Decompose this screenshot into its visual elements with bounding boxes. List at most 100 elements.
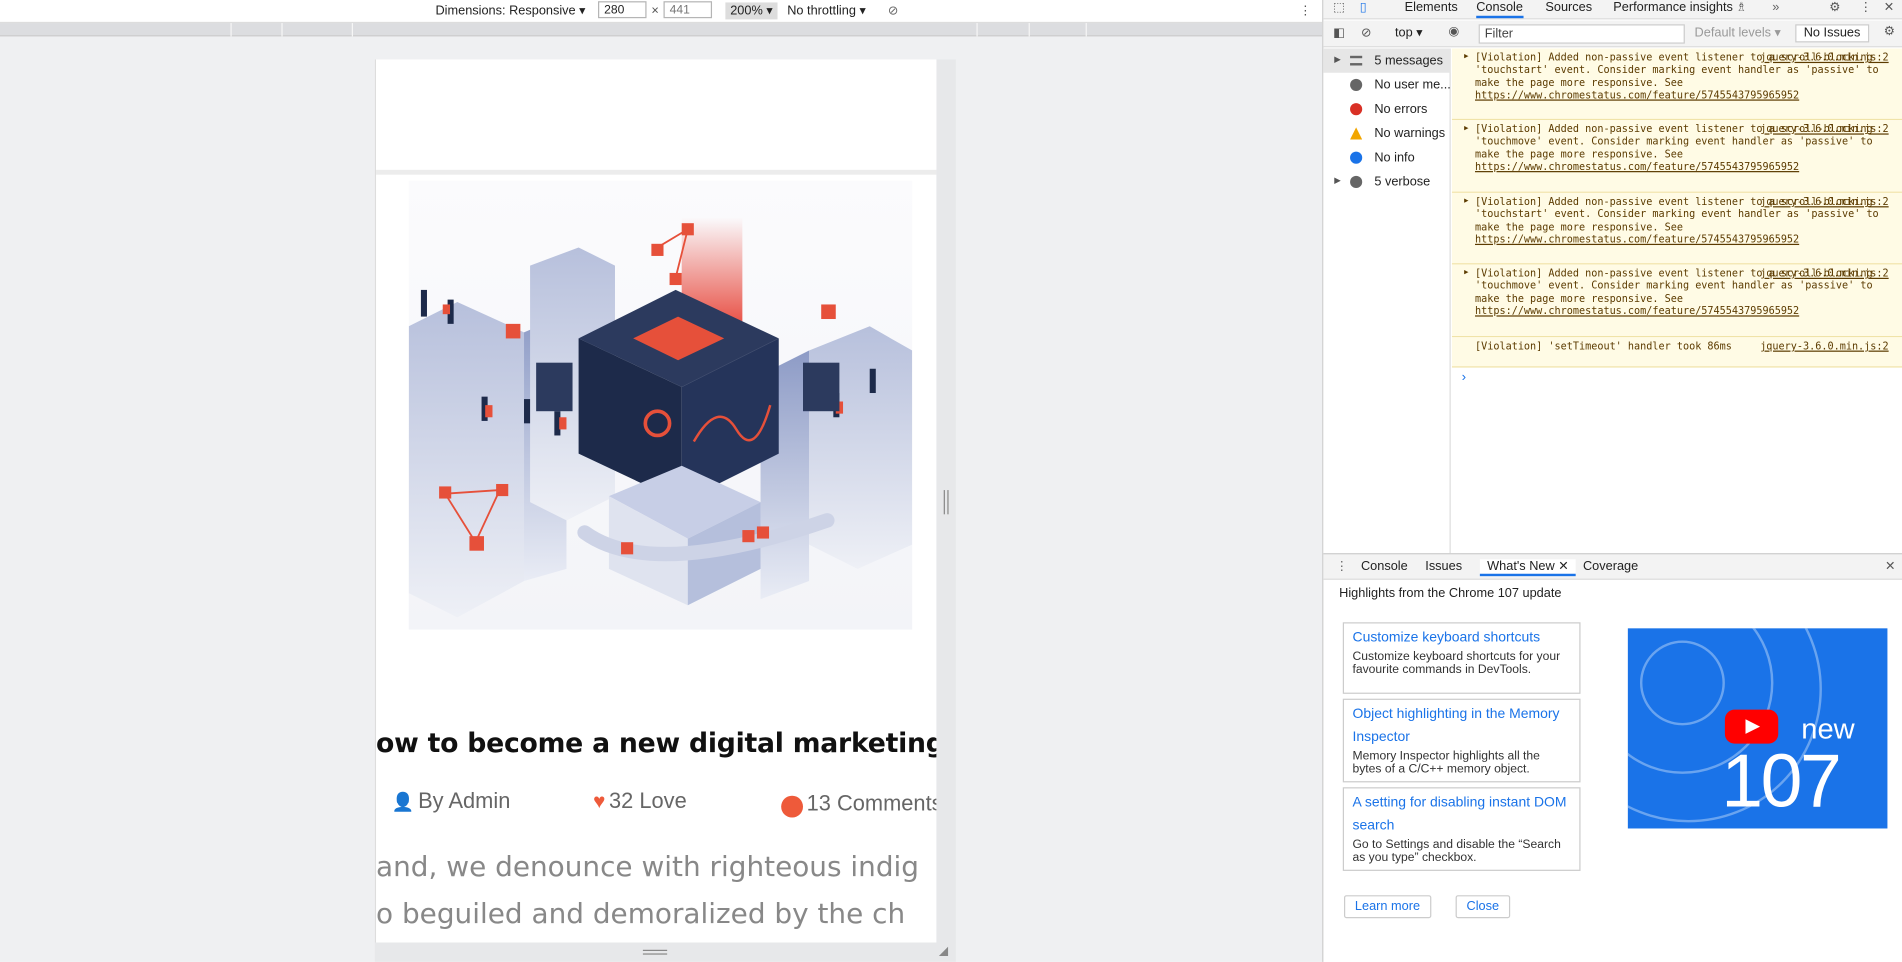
message-link[interactable]: https://www.chromestatus.com/feature/574… [1475,89,1799,101]
learn-more-button[interactable]: Learn more [1344,895,1431,919]
console-sidebar: ▶ 5 messages No user me... No errors No w… [1323,48,1451,554]
message-link[interactable]: https://www.chromestatus.com/feature/574… [1475,305,1799,317]
message-text: [Violation] 'setTimeout' handler took 86… [1475,339,1732,352]
message-source-link[interactable]: jquery-3.6.0.min.js:2 [1760,340,1888,353]
height-input[interactable] [663,1,713,19]
tab-performance-insights[interactable]: Performance insights [1613,0,1733,16]
devtools-panel: ⬚ ▯ Elements Console Sources Performance… [1322,0,1902,962]
feature-card-title[interactable]: Object highlighting in the Memory Inspec… [1352,704,1570,750]
play-icon[interactable] [1724,709,1779,744]
tab-console[interactable]: Console [1476,0,1523,19]
tab-sources[interactable]: Sources [1545,0,1592,16]
log-levels-dropdown[interactable]: Default levels ▾ [1695,25,1781,40]
inspect-element-icon[interactable]: ⬚ [1333,0,1345,16]
message-source-link[interactable]: jquery-3.6.0.min.js:2 [1760,267,1888,280]
device-viewport: ow to become a new digital marketing ic … [374,59,937,943]
dimensions-dropdown[interactable]: Dimensions: Responsive ▾ [435,2,585,19]
warning-icon [1350,127,1363,140]
throttling-dropdown[interactable]: No throttling ▾ [787,2,866,19]
feature-card[interactable]: Object highlighting in the Memory Inspec… [1342,698,1581,783]
post-excerpt-line-1: and, we denounce with righteous indig [376,851,919,884]
zoom-dropdown[interactable]: 200% ▾ [725,2,778,20]
drawer-tabs: ⋮ Console Issues What's New ✕ Coverage ✕ [1323,553,1902,580]
console-prompt-chevron-icon[interactable]: › [1462,370,1466,385]
console-message[interactable]: ▶ jquery-3.6.0.min.js:2 [Violation] Added … [1451,264,1902,338]
comments-label: 13 Comments [806,790,937,815]
context-selector[interactable]: top ▾ [1395,25,1423,40]
post-title[interactable]: ow to become a new digital marketing ic [376,729,936,759]
sidebar-item-errors[interactable]: No errors [1323,97,1450,121]
close-button[interactable]: Close [1455,895,1511,919]
expand-triangle-icon[interactable]: ▶ [1464,51,1468,64]
user-icon [1350,78,1363,91]
drawer-tab-console[interactable]: Console [1361,559,1408,574]
feature-card-title[interactable]: A setting for disabling instant DOM sear… [1352,792,1570,838]
message-link[interactable]: https://www.chromestatus.com/feature/574… [1475,233,1799,245]
list-icon [1350,55,1363,66]
console-message[interactable]: ▶ jquery-3.6.0.min.js:2 [Violation] Added … [1451,120,1902,193]
console-message[interactable]: ▶ jquery-3.6.0.min.js:2 [Violation] Added … [1451,192,1902,265]
rotate-icon[interactable]: ⊘ [888,2,899,19]
times-separator: × [651,3,659,19]
device-toggle-icon[interactable]: ▯ [1360,0,1367,16]
settings-icon[interactable]: ⚙ [1829,0,1840,16]
console-toolbar: ◧ ⊘ top ▾ ◉ Filter Default levels ▾ No I… [1323,20,1902,48]
drawer-tab-issues[interactable]: Issues [1425,559,1462,574]
more-options-icon[interactable]: ⋮ [1299,2,1312,19]
tab-elements[interactable]: Elements [1405,0,1458,16]
console-settings-icon[interactable]: ⚙ [1884,24,1895,39]
post-loves[interactable]: ♥ 32 Love [593,788,687,813]
expand-triangle-icon[interactable]: ▶ [1464,267,1468,280]
console-message[interactable]: ▶ jquery-3.6.0.min.js:2 [Violation] Added … [1451,48,1902,121]
console-log: ▶ jquery-3.6.0.min.js:2 [Violation] Added … [1451,48,1902,554]
whats-new-header: Highlights from the Chrome 107 update [1339,585,1562,601]
more-tabs-button[interactable]: » [1772,0,1779,16]
customize-menu-icon[interactable]: ⋮ [1860,0,1873,16]
issues-button[interactable]: No Issues [1795,24,1869,43]
post-author[interactable]: 👤 By Admin [392,788,511,813]
expand-triangle-icon[interactable]: ▶ [1464,195,1468,208]
post-comments[interactable]: 13 Comments [781,788,937,818]
video-version-number: 107 [1721,739,1842,824]
bug-icon [1350,175,1363,189]
drawer-tab-coverage[interactable]: Coverage [1583,559,1638,574]
close-drawer-icon[interactable]: ✕ [1885,559,1896,574]
media-query-ruler[interactable] [0,23,1323,37]
feature-card-title[interactable]: Customize keyboard shortcuts [1352,627,1570,650]
drawer-menu-icon[interactable]: ⋮ [1336,559,1349,574]
release-video-thumbnail[interactable]: new 107 [1627,628,1888,829]
message-source-link[interactable]: jquery-3.6.0.min.js:2 [1760,123,1888,136]
sidebar-item-info[interactable]: No info [1323,146,1450,170]
eye-icon[interactable]: ◉ [1448,24,1459,39]
viewport-right-resize-handle[interactable] [936,59,956,943]
console-message[interactable]: jquery-3.6.0.min.js:2 [Violation] 'setTim… [1451,337,1902,368]
isometric-data-illustration [408,217,913,618]
width-input[interactable] [598,1,647,19]
whats-new-label: What's New [1487,559,1555,574]
viewport-bottom-resize-handle[interactable] [374,942,956,962]
drawer-tab-whats-new[interactable]: What's New ✕ [1479,559,1577,577]
clear-console-icon[interactable]: ⊘ [1361,25,1372,40]
site-header [376,59,937,175]
devtools-main-tabs: ⬚ ▯ Elements Console Sources Performance… [1323,0,1902,20]
message-source-link[interactable]: jquery-3.6.0.min.js:2 [1760,195,1888,208]
expand-triangle-icon[interactable]: ▶ [1464,123,1468,136]
close-tab-icon[interactable]: ✕ [1558,559,1569,574]
feature-card[interactable]: A setting for disabling instant DOM sear… [1342,787,1581,871]
sidebar-item-user-messages[interactable]: No user me... [1323,73,1451,97]
filter-input[interactable]: Filter [1478,24,1685,44]
sidebar-item-verbose[interactable]: ▶ 5 verbose [1323,170,1450,194]
sidebar-item-messages[interactable]: ▶ 5 messages [1323,48,1451,73]
flask-icon: ♗ [1735,0,1748,15]
message-link[interactable]: https://www.chromestatus.com/feature/574… [1475,160,1799,172]
feature-card-desc: Customize keyboard shortcuts for your fa… [1352,650,1561,677]
close-devtools-icon[interactable]: ✕ [1884,0,1895,16]
feature-card-desc: Memory Inspector highlights all the byte… [1352,749,1540,777]
heart-icon: ♥ [593,789,606,813]
feature-card[interactable]: Customize keyboard shortcuts Customize ke… [1342,622,1581,694]
device-emulation-area: Dimensions: Responsive ▾ × 200% ▾ No thr… [0,0,1323,962]
message-source-link[interactable]: jquery-3.6.0.min.js:2 [1760,51,1888,64]
sidebar-toggle-icon[interactable]: ◧ [1333,25,1345,40]
sidebar-item-warnings[interactable]: No warnings [1323,121,1450,145]
viewport-corner-resize-handle[interactable]: ◢ [939,945,948,958]
